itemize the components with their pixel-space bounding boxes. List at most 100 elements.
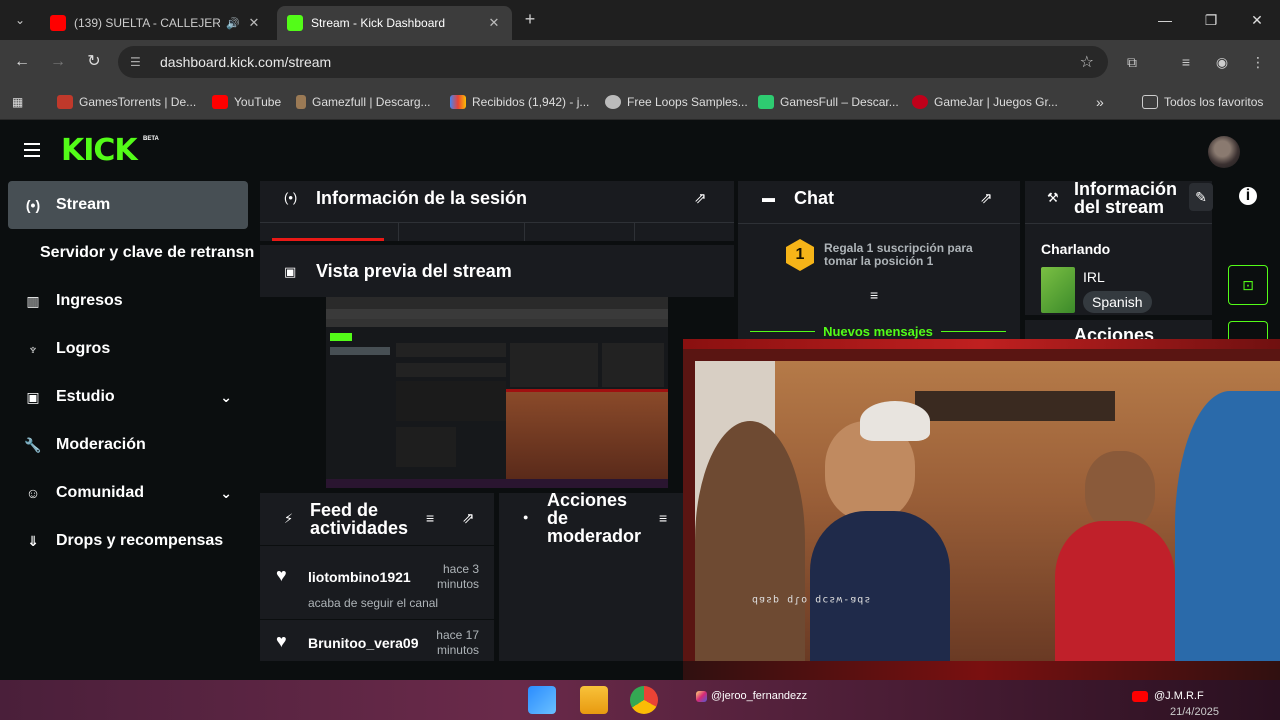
tab-kick-dashboard[interactable]: Stream - Kick Dashboard ✕ [277,6,512,40]
panel-title-line3: moderador [547,526,642,546]
sidebar-item-label: Logros [56,340,111,357]
filter-icon[interactable]: ≡ [659,510,667,526]
bookmark-gmail[interactable]: Recibidos (1,942) - j... [450,92,589,112]
url-text: dashboard.kick.com/stream [160,54,332,70]
chevron-down-icon[interactable]: ⌄ [220,485,232,502]
gamejar-icon [912,95,928,109]
bookmark-star-icon[interactable]: ☆ [1080,52,1094,72]
sidebar-item-server-key[interactable]: Servidor y clave de retransn [8,229,254,277]
focus-mode-button[interactable]: ⊡ [1228,265,1268,305]
popout-icon[interactable]: ⇗ [462,509,475,527]
sidebar-item-ingresos[interactable]: ▥ Ingresos [8,277,248,325]
scroll-down-icon[interactable]: ≡ [870,287,878,303]
sidebar-item-drops[interactable]: ⇓ Drops y recompensas [8,517,248,565]
sidebar-item-label: Estudio [56,388,115,405]
language-tag: Spanish [1083,291,1152,313]
panel-title-line1: Acciones [547,490,628,510]
drops-icon: ⇓ [27,532,39,549]
hamburger-menu-icon[interactable] [24,143,40,157]
back-button[interactable]: ← [10,50,34,74]
sidebar-item-stream[interactable]: (•) Stream [8,181,248,229]
shield-icon: ● [523,512,529,522]
tab-title: (139) SUELTA - CALLEJERO F [74,16,221,30]
profile-icon[interactable]: ◉ [1210,50,1234,74]
apps-grid-icon[interactable]: ▦ [12,92,23,112]
new-messages-divider[interactable]: Nuevos mensajes [750,322,1006,340]
bookmark-freeloops[interactable]: Free Loops Samples... [605,92,748,112]
category-name[interactable]: IRL [1083,269,1105,285]
trophy-icon: ♆ [27,341,39,357]
actions-panel-partial: Acciones [1025,320,1212,344]
bookmark-gamestorrents[interactable]: GamesTorrents | De... [57,92,196,112]
community-icon: ☺ [25,485,41,501]
rail-button-partial[interactable] [1228,321,1268,339]
broadcast-icon: (•) [284,190,298,205]
bookmark-gamejar[interactable]: GameJar | Juegos Gr... [912,92,1058,112]
panel-title: Información de la sesión [316,188,528,208]
sidebar-item-moderacion[interactable]: 🔧 Moderación [8,421,248,469]
chevron-down-icon[interactable]: ⌄ [220,389,232,406]
feed-username[interactable]: liotombino1921 [308,569,411,585]
bar-chart-icon: ▥ [26,292,40,309]
bookmarks-bar: ▦ GamesTorrents | De... YouTube Gamezful… [0,84,1280,120]
sidebar-item-label: Comunidad [56,484,144,501]
sidebar-item-label: Drops y recompensas [56,532,224,549]
new-tab-button[interactable]: + [520,10,540,30]
site-info-icon[interactable]: ☰ [130,55,146,69]
media-controls-icon[interactable]: ≡ [1174,50,1198,74]
webcam-caption: dasp qlo qcsw-ads [752,594,872,605]
gift-sub-prompt[interactable]: Regala 1 suscripción para tomar la posic… [824,242,1014,268]
popout-icon[interactable]: ⇗ [980,189,993,207]
bookmark-youtube[interactable]: YouTube [212,92,281,112]
minimize-button[interactable]: — [1150,8,1180,32]
more-bookmarks-icon[interactable]: » [1096,92,1104,112]
feed-time-line1: hace 17 [436,628,479,642]
windows-start-icon[interactable] [528,686,556,714]
instagram-text: @jeroo_fernandezz [711,690,808,702]
stream-preview-thumbnail[interactable] [326,297,668,488]
youtube-icon [50,15,66,31]
tab-youtube[interactable]: (139) SUELTA - CALLEJERO F 🔊 ✕ [40,6,272,40]
sidebar-item-logros[interactable]: ♆ Logros [8,325,248,373]
restore-button[interactable]: ❐ [1196,8,1226,32]
new-messages-label: Nuevos mensajes [823,323,933,339]
close-tab-icon[interactable]: ✕ [246,15,262,31]
extensions-icon[interactable]: ⧉ [1120,50,1144,74]
close-window-button[interactable]: ✕ [1242,8,1272,32]
popout-icon[interactable]: ⇗ [694,189,707,207]
feed-username[interactable]: Brunitoo_vera09 [308,635,418,651]
kick-header: KICK BETA [0,121,1280,181]
bookmark-gamezfull[interactable]: Gamezfull | Descarg... [296,92,431,112]
gamepad-icon [758,95,774,109]
sidebar-item-estudio[interactable]: ▣ Estudio ⌄ [8,373,248,421]
speaker-icon[interactable]: 🔊 [226,17,240,30]
studio-icon: ▣ [26,388,40,405]
forward-button[interactable]: → [46,50,70,74]
tab-search-chevron-icon[interactable]: ⌄ [8,8,32,32]
panel-title-line1: Información [1074,179,1178,199]
avatar[interactable] [1208,136,1240,168]
kick-logo[interactable]: KICK [61,135,138,167]
bookmark-label: YouTube [234,95,282,109]
bookmark-label: Gamezfull | Descarg... [312,95,431,109]
chrome-icon[interactable] [630,686,658,714]
category-thumbnail[interactable] [1041,267,1075,313]
sidebar-item-comunidad[interactable]: ☺ Comunidad ⌄ [8,469,248,517]
instagram-handle: @jeroo_fernandezz [696,690,807,702]
session-progress-bar [272,238,384,241]
sidebar-item-label: Stream [56,196,111,213]
bookmark-gamesfull[interactable]: GamesFull – Descar... [758,92,899,112]
chat-bubble-icon: ▬ [762,190,775,205]
divider [260,619,494,620]
edit-pencil-icon[interactable]: ✎ [1189,183,1213,211]
close-tab-icon[interactable]: ✕ [486,15,502,31]
reload-button[interactable]: ↻ [82,50,106,74]
url-bar[interactable]: ☰ dashboard.kick.com/stream ☆ [118,46,1108,78]
file-explorer-icon[interactable] [580,686,608,714]
menu-dots-icon[interactable]: ⋮ [1246,50,1270,74]
all-bookmarks-folder[interactable]: Todos los favoritos [1142,92,1263,112]
kick-icon [287,15,303,31]
info-icon[interactable]: i [1239,187,1257,205]
filter-icon[interactable]: ≡ [426,510,434,526]
youtube-icon [1132,690,1148,702]
